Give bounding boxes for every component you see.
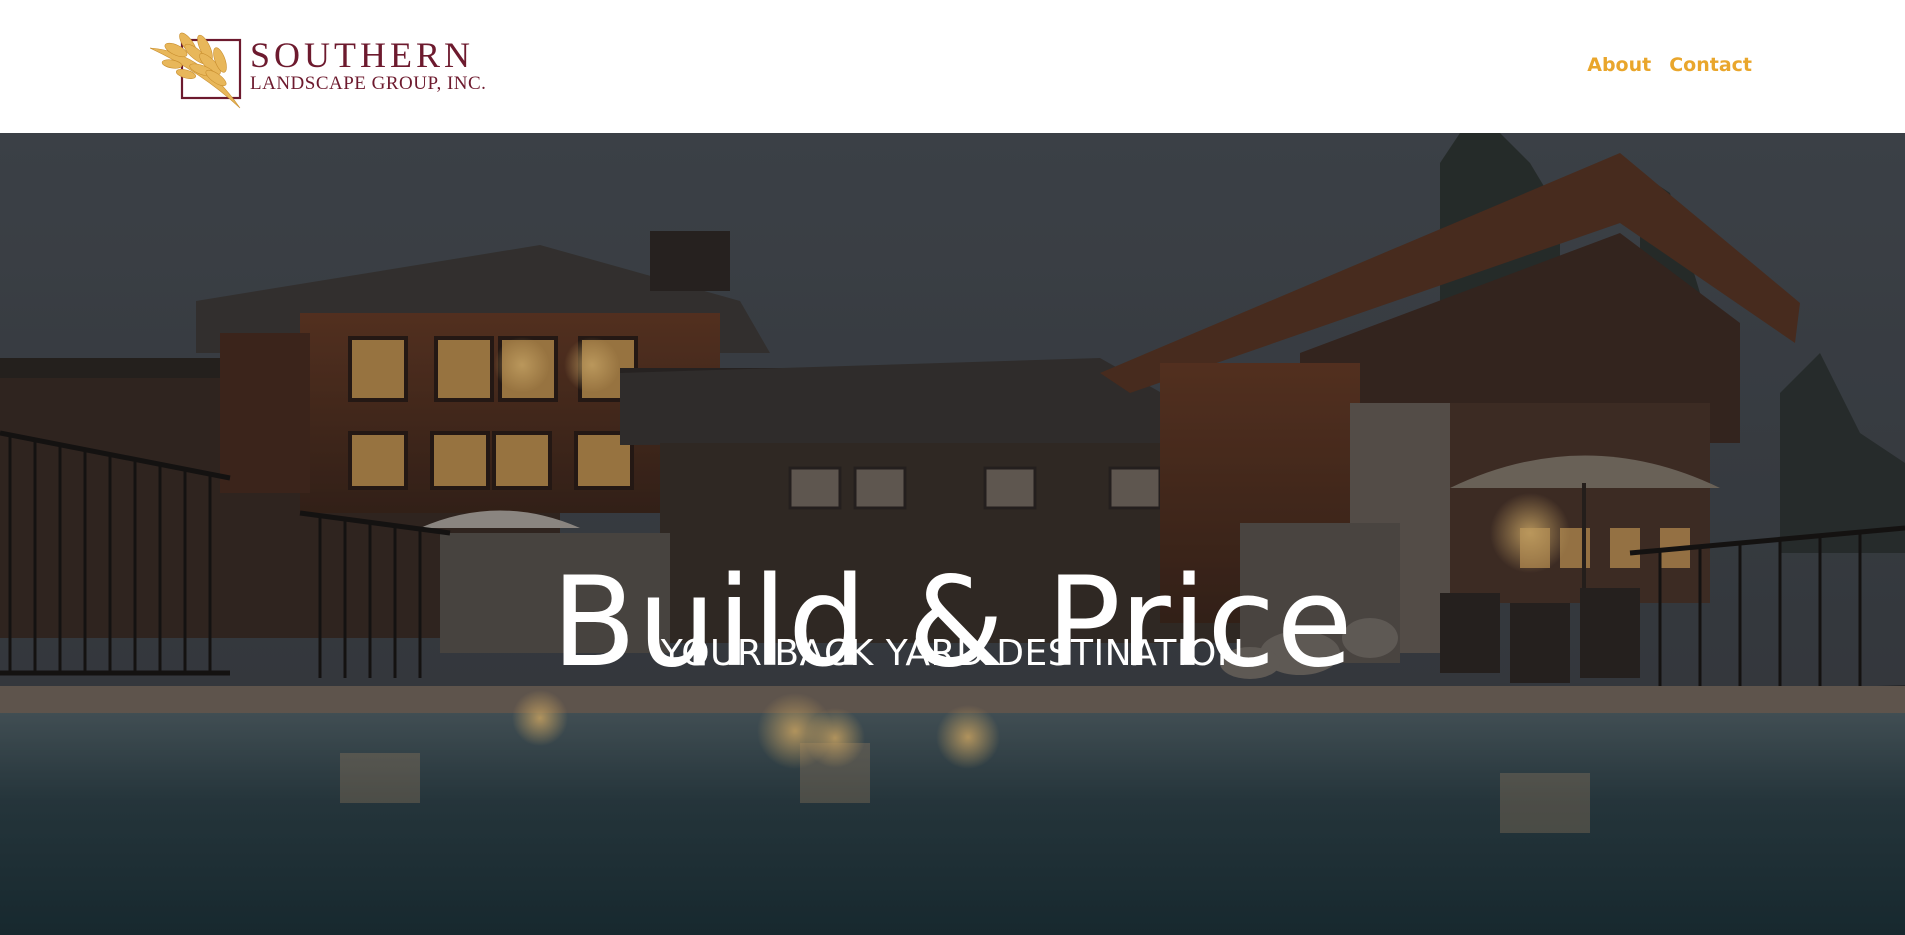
company-logo[interactable]: SOUTHERN LANDSCAPE GROUP, INC. <box>150 20 500 112</box>
nav-contact-link[interactable]: Contact <box>1669 54 1752 76</box>
logo-wordmark-line2: LANDSCAPE GROUP, INC. <box>250 73 487 94</box>
site-header: SOUTHERN LANDSCAPE GROUP, INC. About Con… <box>0 0 1905 133</box>
logo-wordmark-line1: SOUTHERN <box>250 35 475 75</box>
hero-subtitle: YOUR BACK YARD DESTINATION <box>660 633 1245 674</box>
hero-banner: Build & Price YOUR BACK YARD DESTINATION <box>0 133 1905 935</box>
main-nav: About Contact <box>1587 54 1752 76</box>
wheat-leaf-logo-icon <box>150 32 242 109</box>
nav-about-link[interactable]: About <box>1587 54 1651 76</box>
hero-dark-overlay <box>0 133 1905 935</box>
